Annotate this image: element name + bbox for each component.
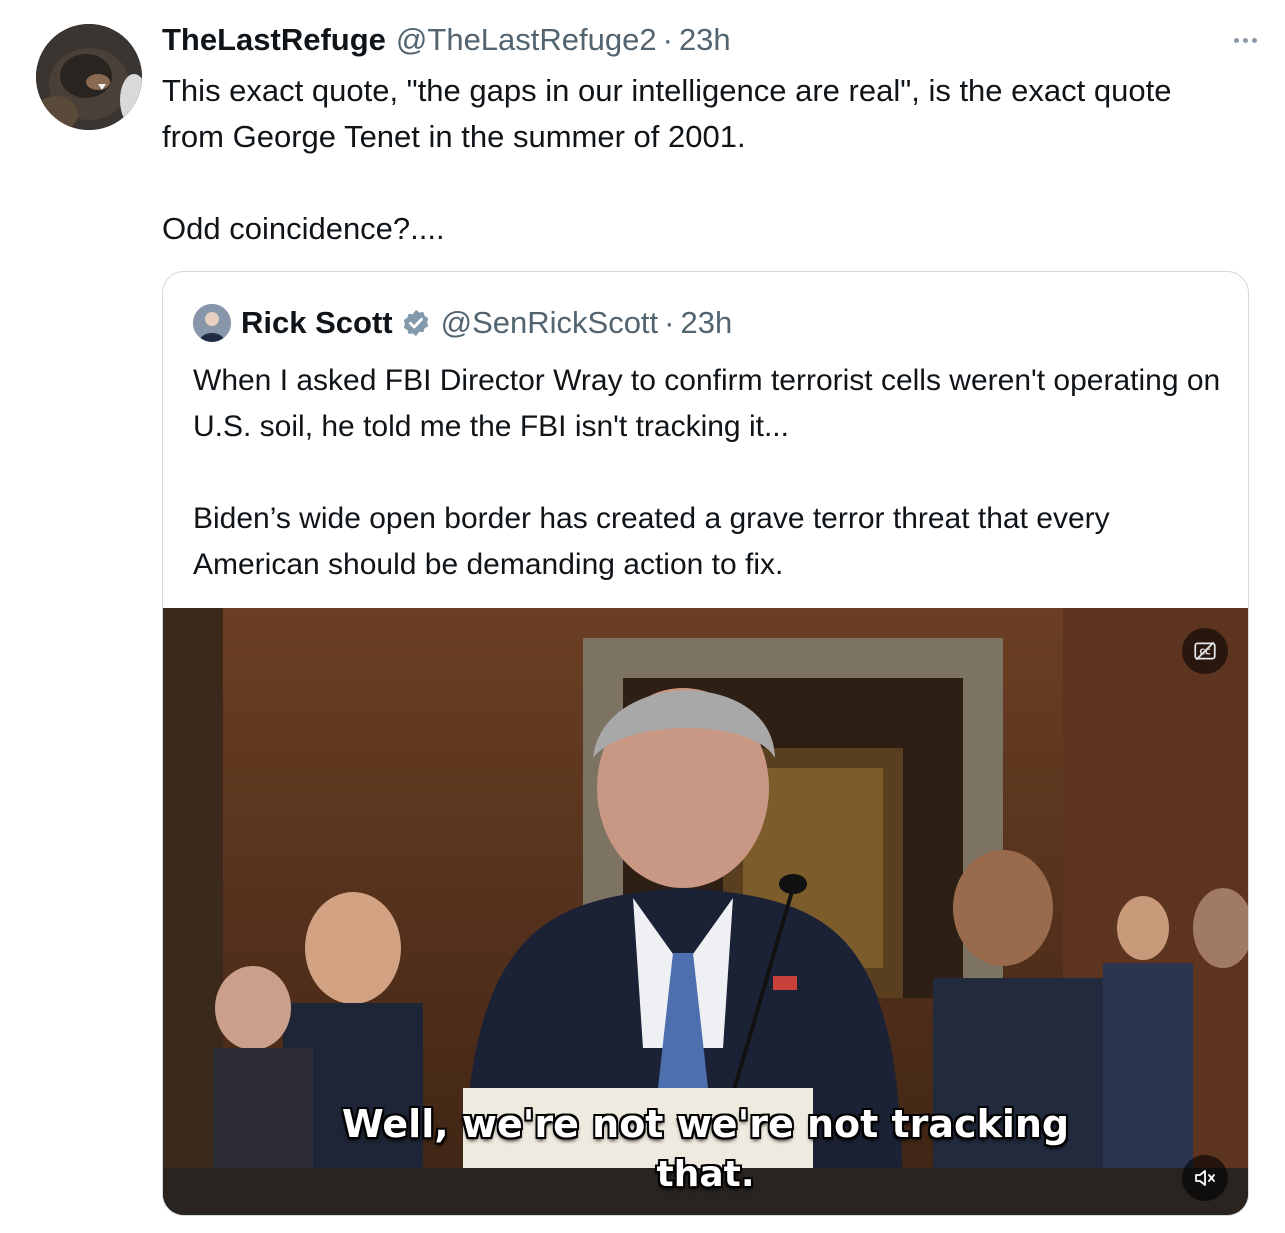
quoted-author-avatar[interactable]: [193, 304, 231, 342]
captions-toggle-button[interactable]: CC: [1182, 628, 1228, 674]
quoted-author-handle[interactable]: @SenRickScott: [441, 305, 659, 341]
author-name[interactable]: TheLastRefuge: [162, 22, 386, 58]
video-caption-line: Well, we're not we're not tracking: [341, 1102, 1070, 1146]
wolverine-avatar-image: [36, 24, 142, 130]
quoted-text-paragraph: When I asked FBI Director Wray to confir…: [193, 364, 1221, 443]
unmute-button[interactable]: [1182, 1155, 1228, 1201]
video-caption-line: that.: [656, 1154, 755, 1195]
author-handle[interactable]: @TheLastRefuge2: [396, 22, 657, 58]
tweet-timestamp[interactable]: 23h: [679, 22, 731, 58]
quoted-text-paragraph: Biden’s wide open border has created a g…: [193, 502, 1110, 581]
tweet-text-paragraph: Odd coincidence?....: [162, 211, 445, 246]
header-separator: ·: [662, 22, 673, 57]
ellipsis-icon: [1233, 37, 1239, 43]
tweet-header: TheLastRefuge @TheLastRefuge2 · 23h: [162, 18, 1245, 62]
quoted-author-name[interactable]: Rick Scott: [241, 305, 393, 341]
rick-scott-avatar-image: [193, 304, 231, 342]
quoted-tweet-timestamp[interactable]: 23h: [680, 305, 732, 341]
closed-captions-off-icon: CC: [1194, 641, 1216, 661]
verified-badge-icon: [401, 308, 431, 338]
video-player[interactable]: Well, we're not we're not tracking that.…: [163, 608, 1248, 1215]
more-options-button[interactable]: [1229, 30, 1261, 50]
tweet-body: This exact quote, "the gaps in our intel…: [162, 68, 1222, 252]
tweet-text-paragraph: This exact quote, "the gaps in our intel…: [162, 73, 1172, 154]
quoted-tweet-header: Rick Scott @SenRickScott · 23h: [193, 302, 732, 344]
volume-muted-icon: [1195, 1170, 1215, 1186]
quoted-tweet-card[interactable]: Rick Scott @SenRickScott · 23h When I as…: [162, 271, 1249, 1216]
author-avatar[interactable]: [36, 24, 142, 130]
quoted-tweet-body: When I asked FBI Director Wray to confir…: [193, 358, 1223, 588]
quoted-header-separator: ·: [664, 305, 675, 340]
